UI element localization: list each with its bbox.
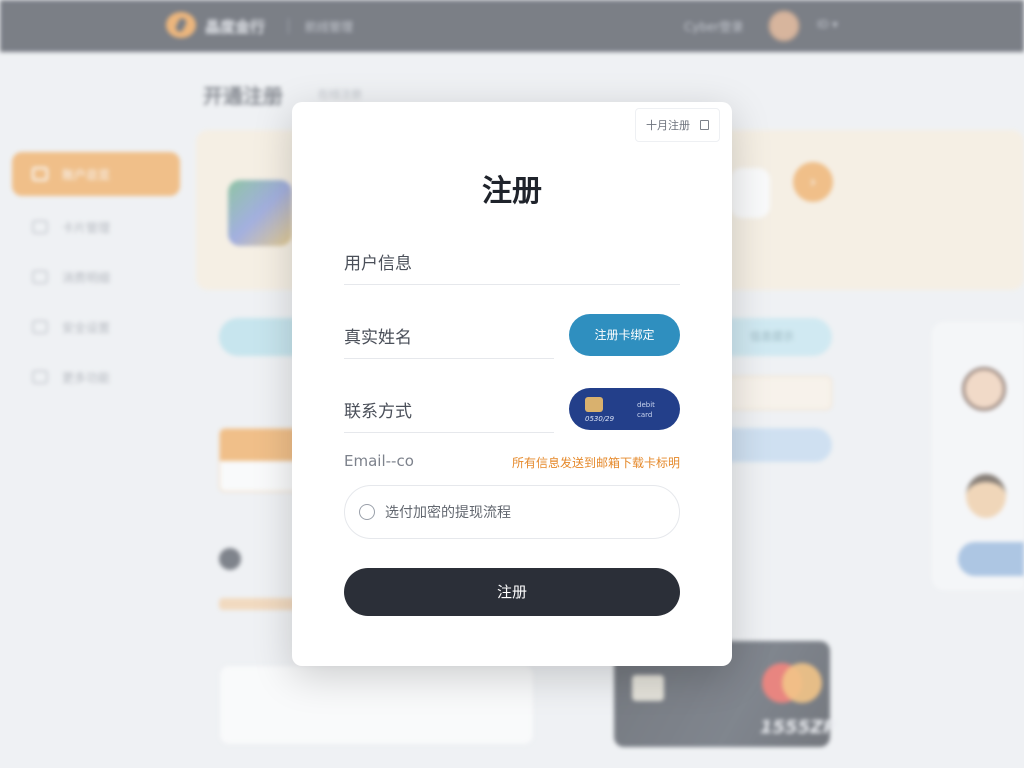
- corner-label: 十月注册: [646, 119, 690, 132]
- card-expiry: 0530/29: [585, 415, 615, 423]
- card-select-button[interactable]: 0530/29 debit card: [569, 388, 680, 430]
- bind-card-button[interactable]: 注册卡绑定: [569, 314, 680, 356]
- document-icon: [700, 120, 709, 130]
- email-hint: 所有信息发送到邮箱下载卡标明: [511, 456, 680, 470]
- card-brand: debit card: [637, 401, 655, 419]
- user-info-field[interactable]: 用户信息: [344, 249, 680, 285]
- real-name-field[interactable]: 真实姓名: [344, 323, 554, 359]
- register-modal: 十月注册 注册 用户信息 真实姓名 联系方式 注册卡绑定 0530/29 deb…: [292, 102, 732, 666]
- modal-title: 注册: [482, 174, 542, 209]
- email-field[interactable]: Email--co: [344, 452, 414, 470]
- register-button[interactable]: 注册: [344, 568, 680, 616]
- chip-icon: [585, 397, 603, 412]
- agreement-option[interactable]: 选付加密的提现流程: [344, 485, 680, 539]
- contact-field[interactable]: 联系方式: [344, 397, 554, 433]
- agreement-label: 选付加密的提现流程: [385, 505, 511, 521]
- modal-corner-tag[interactable]: 十月注册: [635, 108, 720, 142]
- radio-icon[interactable]: [359, 504, 375, 520]
